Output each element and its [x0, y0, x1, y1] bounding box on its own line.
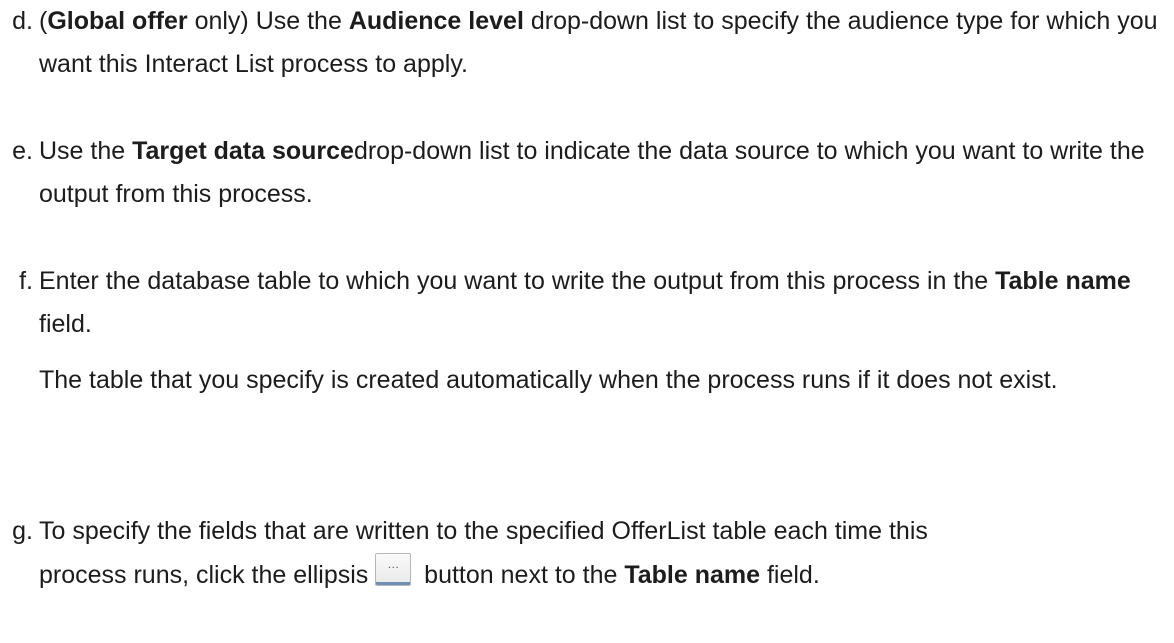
ui-term-table-name: Table name	[624, 561, 761, 589]
ui-term-target-data-source: Target data source	[132, 137, 354, 165]
step-marker: g.	[12, 517, 33, 545]
step-text: To specify the fields that are written t…	[39, 517, 928, 545]
step-text: Use the Target data sourcedrop-down list…	[39, 137, 1145, 208]
step-f: f. Enter the database table to which you…	[0, 260, 1174, 402]
step-g: g. To specify the fields that are writte…	[0, 510, 1174, 597]
step-marker: f.	[19, 267, 33, 295]
ui-term-table-name: Table name	[995, 267, 1131, 295]
ui-term-audience-level: Audience level	[348, 7, 524, 35]
step-note: The table that you specify is created au…	[39, 366, 1058, 394]
step-text: (Global offer only) Use the Audience lev…	[39, 7, 1158, 78]
step-d: d. (Global offer only) Use the Audience …	[0, 0, 1174, 86]
ui-term-global-offer: Global offer	[47, 7, 188, 35]
ellipsis-button-icon: …	[375, 553, 412, 586]
step-marker: d.	[12, 7, 33, 35]
step-marker: e.	[12, 137, 33, 165]
step-text-continued: process runs, click the ellipsis … butto…	[39, 553, 1174, 597]
step-e: e. Use the Target data sourcedrop-down l…	[0, 130, 1174, 216]
step-text: Enter the database table to which you wa…	[39, 267, 1131, 338]
